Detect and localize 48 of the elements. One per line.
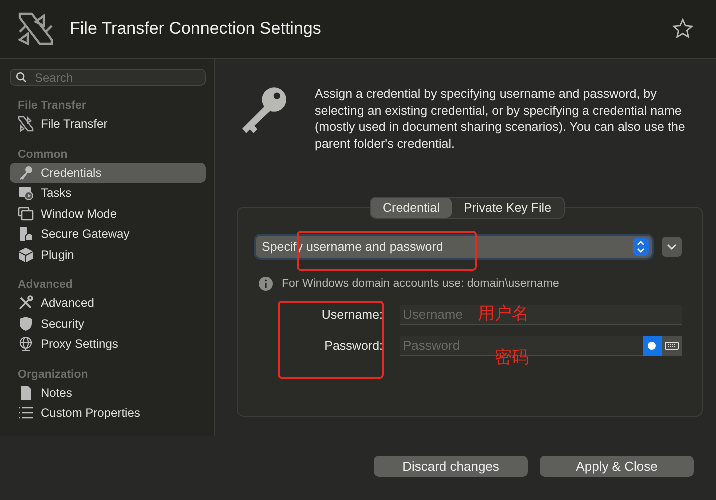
sidebar-item[interactable]: Window Mode bbox=[10, 204, 206, 224]
app-logo-icon bbox=[18, 12, 54, 46]
search-icon bbox=[16, 72, 27, 83]
search-field[interactable]: Search bbox=[10, 69, 206, 86]
window-title: File Transfer Connection Settings bbox=[70, 19, 322, 39]
gateway-icon bbox=[18, 226, 34, 242]
hint-text: For Windows domain accounts use: domain\username bbox=[282, 278, 560, 290]
arrows-icon bbox=[18, 116, 34, 132]
sidebar-item[interactable]: Notes bbox=[10, 382, 206, 403]
section-heading: File Transfer bbox=[18, 100, 88, 112]
info-icon bbox=[259, 277, 273, 291]
tasks-icon bbox=[18, 185, 34, 202]
document-icon bbox=[18, 384, 34, 401]
sidebar-item[interactable]: Plugin bbox=[10, 244, 206, 265]
section-heading: Common bbox=[18, 148, 69, 160]
shield-icon bbox=[18, 316, 34, 332]
list-icon bbox=[18, 405, 34, 422]
stepper-icon bbox=[633, 238, 649, 256]
expand-button[interactable] bbox=[662, 237, 682, 257]
sidebar-item[interactable]: Credentials bbox=[10, 162, 206, 183]
dot-icon bbox=[648, 342, 656, 350]
sidebar-item[interactable]: Proxy Settings bbox=[10, 334, 206, 354]
section-heading: Advanced bbox=[18, 279, 74, 291]
globe-icon bbox=[18, 336, 34, 352]
description-text: Assign a credential by specifying username and password, by selecting an existing credential, or by specifying a credential name (mostly used in document sharing scenarios). You can also use the parent folder's credential. bbox=[315, 86, 686, 152]
section-heading: Organization bbox=[18, 368, 90, 380]
keyboard-icon bbox=[665, 342, 680, 350]
dot-toggle[interactable] bbox=[642, 336, 662, 356]
star-icon[interactable] bbox=[672, 18, 694, 40]
sidebar-item[interactable]: Security bbox=[10, 314, 206, 334]
sidebar-item[interactable]: Custom Properties bbox=[10, 403, 206, 424]
sidebar-item[interactable]: Advanced bbox=[10, 293, 206, 314]
key-icon bbox=[18, 164, 34, 181]
annotation-text: 用户名 bbox=[478, 303, 529, 325]
cube-icon bbox=[18, 246, 34, 263]
sidebar-item[interactable]: Tasks bbox=[10, 183, 206, 204]
field-label: Username: bbox=[320, 308, 383, 322]
tools-icon bbox=[18, 295, 34, 312]
footer-button[interactable]: Discard changes bbox=[374, 456, 528, 476]
sidebar-item[interactable]: Secure Gateway bbox=[10, 224, 206, 244]
windows-icon bbox=[18, 206, 34, 222]
field-label: Password: bbox=[324, 339, 383, 353]
keyboard-toggle[interactable] bbox=[662, 336, 682, 356]
sidebar-item[interactable]: File Transfer bbox=[10, 114, 206, 134]
tab[interactable]: Private Key File bbox=[452, 198, 564, 218]
chevron-icon bbox=[667, 244, 677, 250]
footer-button[interactable]: Apply & Close bbox=[540, 456, 694, 476]
tab[interactable]: Credential bbox=[371, 198, 452, 218]
